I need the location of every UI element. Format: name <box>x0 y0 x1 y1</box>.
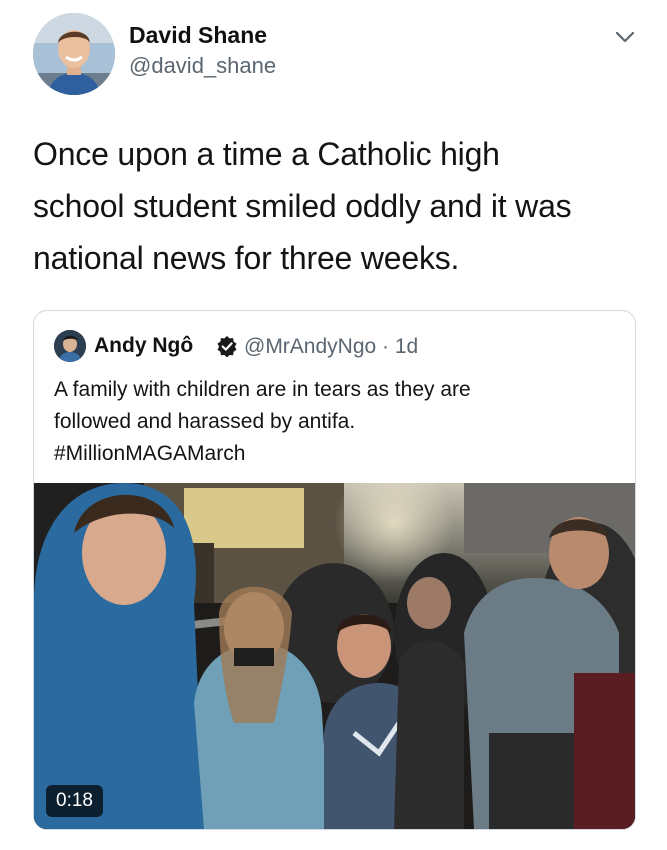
video-player[interactable]: 0:18 <box>34 483 635 829</box>
quoted-tweet-card[interactable]: Andy Ngô @MrAndyNgo · 1d A family with c… <box>33 310 636 830</box>
tweet-text-line: school student smiled oddly and it was <box>33 188 572 224</box>
author-name[interactable]: David Shane <box>129 22 267 49</box>
quoted-tweet-text: A family with children are in tears as t… <box>54 374 614 470</box>
quoted-author-name[interactable]: Andy Ngô <box>94 334 193 358</box>
chevron-down-icon[interactable] <box>612 27 638 47</box>
author-avatar[interactable] <box>33 13 115 95</box>
video-thumbnail <box>34 483 635 829</box>
video-duration-badge: 0:18 <box>46 785 103 817</box>
quoted-avatar-photo <box>54 330 86 362</box>
author-handle[interactable]: @david_shane <box>129 53 276 79</box>
hashtag-link[interactable]: #MillionMAGAMarch <box>54 438 614 470</box>
tweet-text-line: national news for three weeks. <box>33 240 460 276</box>
tweet-text: Once upon a time a Catholic high school … <box>33 128 643 284</box>
quoted-text-line: followed and harassed by antifa. <box>54 410 356 433</box>
quoted-text-line: A family with children are in tears as t… <box>54 378 471 401</box>
verified-badge-icon <box>217 336 237 357</box>
quoted-author-handle-time[interactable]: @MrAndyNgo · 1d <box>244 335 418 359</box>
quoted-author-avatar[interactable] <box>54 330 86 362</box>
author-avatar-photo <box>33 13 115 95</box>
tweet-text-line: Once upon a time a Catholic high <box>33 136 500 172</box>
